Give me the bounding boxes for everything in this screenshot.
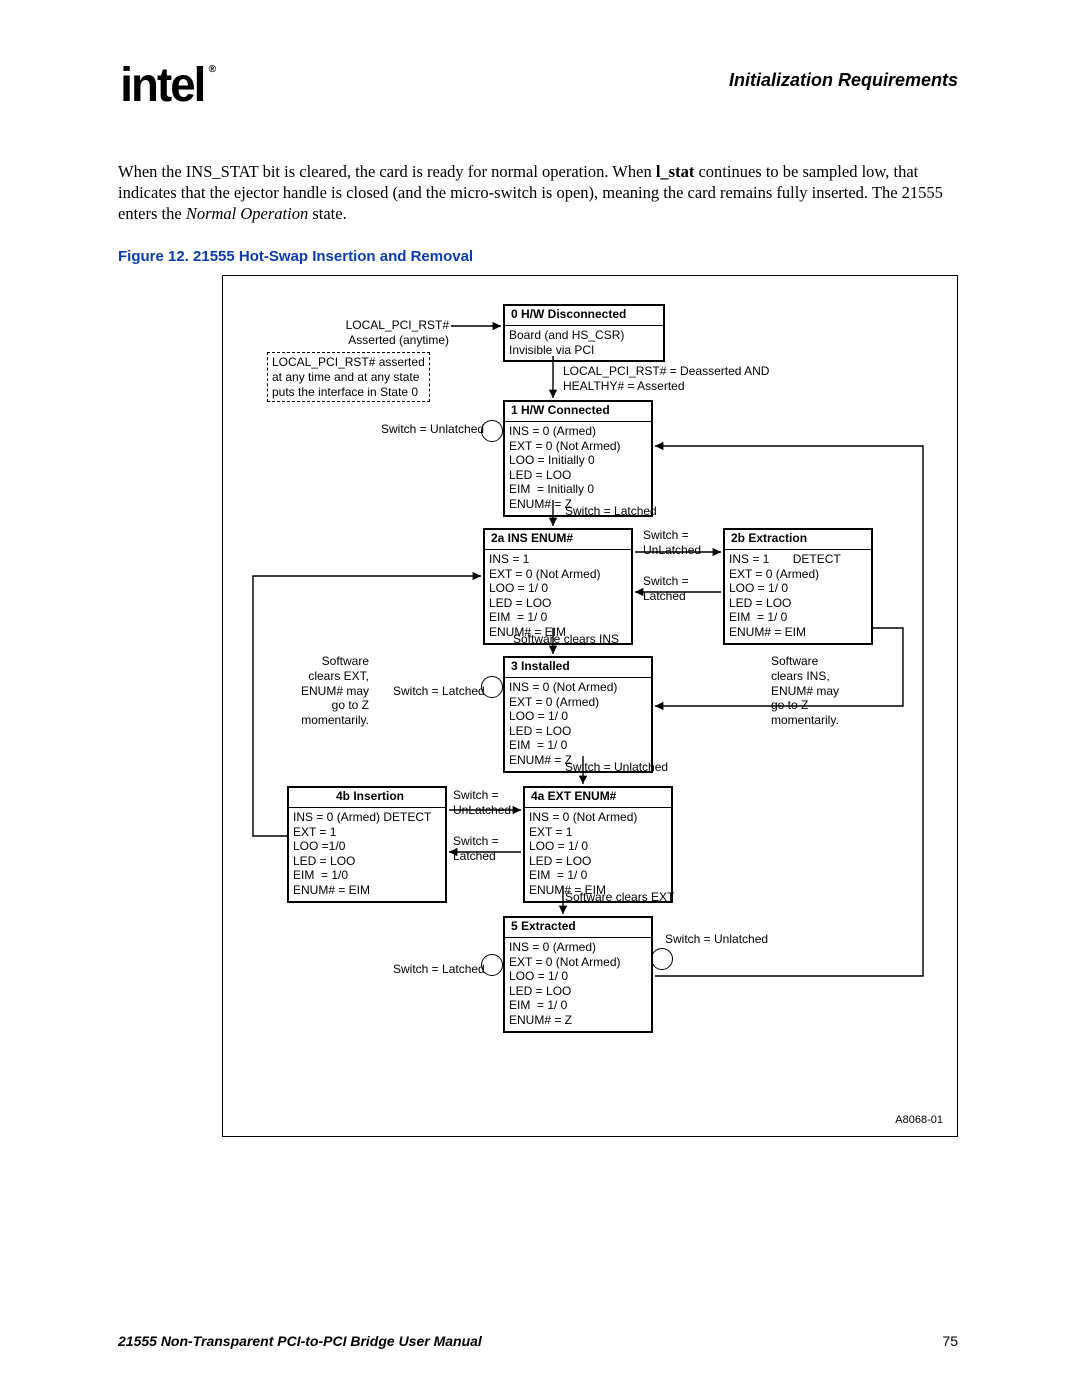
page-number: 75 [942, 1333, 958, 1349]
logo: intel® [118, 58, 212, 113]
node-2a: 2a INS ENUM# INS = 1 EXT = 0 (Not Armed)… [483, 528, 633, 644]
node-0: 0 H/W Disconnected Board (and HS_CSR) In… [503, 304, 665, 362]
node-3: 3 Installed INS = 0 (Not Armed) EXT = 0 … [503, 656, 653, 772]
node-1: 1 H/W Connected INS = 0 (Armed) EXT = 0 … [503, 400, 653, 516]
body-paragraph: When the INS_STAT bit is cleared, the ca… [118, 161, 958, 224]
node-4a: 4a EXT ENUM# INS = 0 (Not Armed) EXT = 1… [523, 786, 673, 902]
diagram: LOCAL_PCI_RST# Asserted (anytime) LOCAL_… [222, 275, 958, 1137]
label-switch-unlatched-1: Switch = Unlatched [381, 422, 484, 437]
label-switch-latched-5: Switch = Latched [393, 962, 485, 977]
label-sw-clears-ext: Software clears EXT [565, 890, 674, 905]
label-switch-unlatched-4b4a: Switch = UnLatched [453, 788, 511, 817]
reset-label: LOCAL_PCI_RST# Asserted (anytime) [309, 318, 449, 347]
arrow-label-0-1: LOCAL_PCI_RST# = Deasserted AND HEALTHY#… [563, 364, 769, 393]
figure-caption: Figure 12. 21555 Hot-Swap Insertion and … [118, 248, 958, 265]
label-sw-clears-ins: Software clears INS [513, 632, 619, 647]
node-2b: 2b Extraction INS = 1 DETECT EXT = 0 (Ar… [723, 528, 873, 644]
label-switch-latched-2a2b: Switch = Latched [643, 574, 689, 603]
node-4b: 4b Insertion INS = 0 (Armed) DETECT EXT … [287, 786, 447, 902]
section-title: Initialization Requirements [729, 70, 958, 91]
label-switch-unlatched-2a2b: Switch = UnLatched [643, 528, 701, 557]
label-switch-latched-4b4a: Switch = Latched [453, 834, 499, 863]
label-switch-latched-1: Switch = Latched [565, 504, 657, 519]
footer-title: 21555 Non-Transparent PCI-to-PCI Bridge … [118, 1333, 482, 1349]
label-switch-unlatched-5: Switch = Unlatched [665, 932, 768, 947]
art-id: A8068-01 [895, 1114, 943, 1126]
label-switch-latched-3l: Switch = Latched [393, 684, 485, 699]
node-5: 5 Extracted INS = 0 (Armed) EXT = 0 (Not… [503, 916, 653, 1032]
reset-note: LOCAL_PCI_RST# asserted at any time and … [267, 352, 430, 402]
right-side-note: Software clears INS, ENUM# may go to Z m… [771, 654, 839, 727]
left-side-note: Software clears EXT, ENUM# may go to Z m… [279, 654, 369, 727]
label-switch-unlatched-3: Switch = Unlatched [565, 760, 668, 775]
